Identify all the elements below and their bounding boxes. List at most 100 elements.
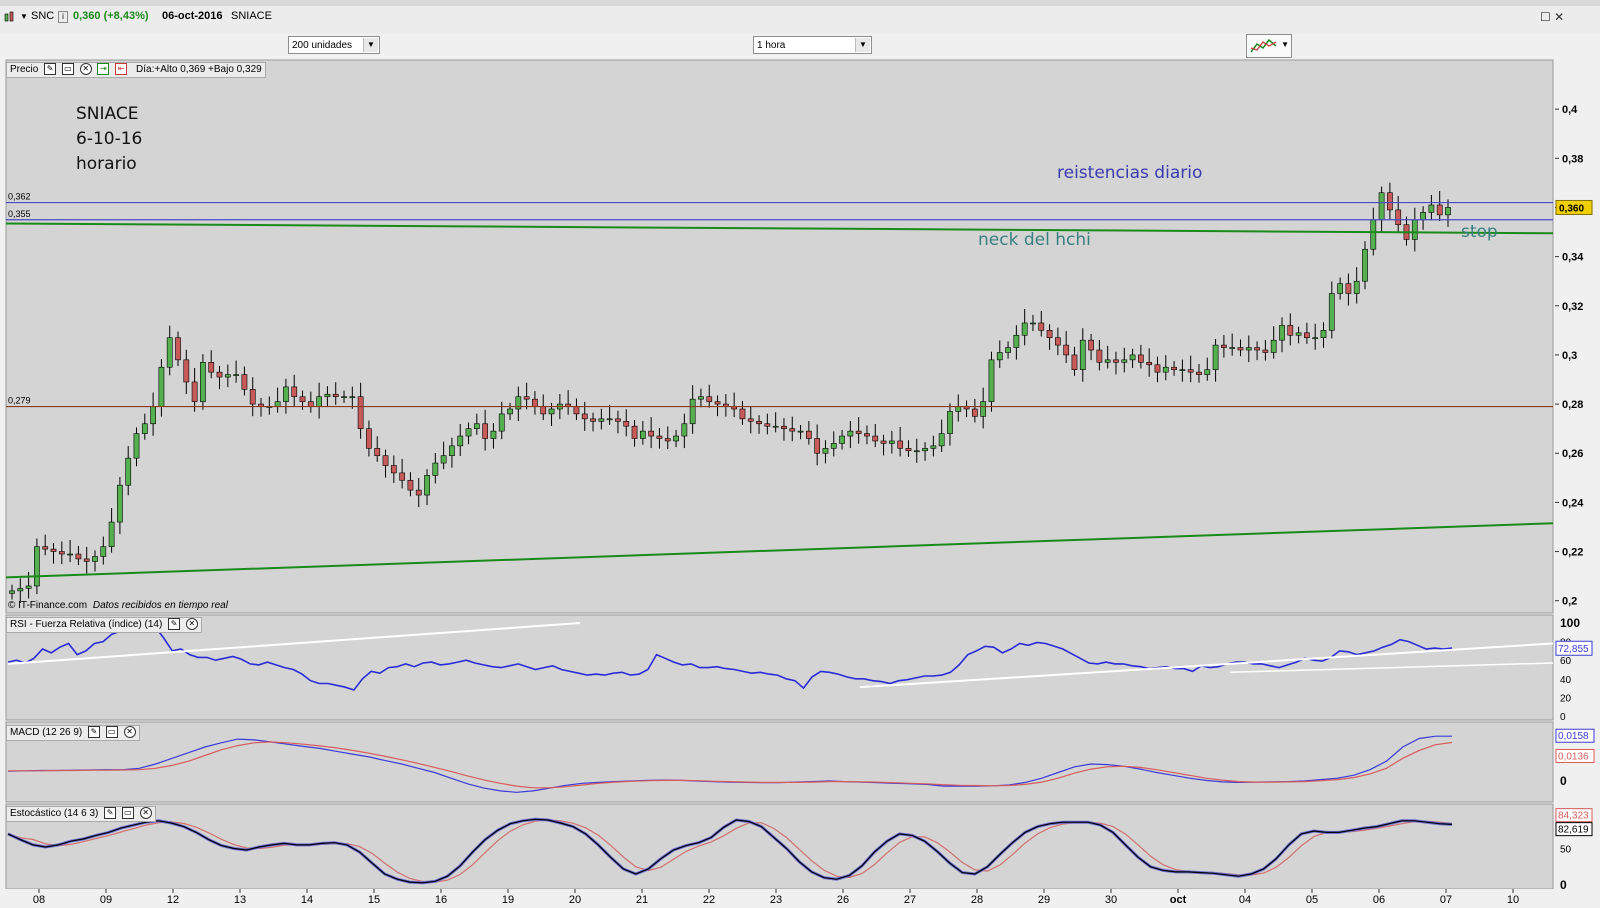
y-tick-label: 0,24 <box>1562 497 1584 509</box>
x-tick-label: 20 <box>569 894 581 906</box>
candle-body <box>1221 344 1227 348</box>
candle-body <box>590 418 596 422</box>
candle-body <box>897 440 904 449</box>
window-icon[interactable]: ▭ <box>105 726 118 739</box>
window-icon[interactable]: ▭ <box>121 807 134 820</box>
candle-body <box>980 401 987 417</box>
y-tick-label: 0,3 <box>1562 350 1577 362</box>
candle-body <box>864 433 870 437</box>
candle-body <box>390 465 397 474</box>
stop-annotation: stop <box>1461 222 1498 242</box>
candle-body <box>1320 330 1327 339</box>
candle-body <box>9 590 15 594</box>
candle-body <box>183 359 190 383</box>
wrench-icon[interactable]: ✎ <box>88 726 101 739</box>
window-icon[interactable]: ▭ <box>61 63 74 76</box>
y-tick-label: 0,4 <box>1562 104 1578 116</box>
candle-body <box>465 428 472 437</box>
candle-body <box>1046 330 1053 339</box>
candle-body <box>822 448 829 454</box>
candle-body <box>532 398 538 407</box>
candle-body <box>316 396 322 407</box>
resistance-annotation: reistencias diario <box>1057 163 1203 183</box>
candle-body <box>955 406 962 412</box>
candle-body <box>581 413 588 420</box>
candle-body <box>615 418 621 422</box>
candle-body <box>125 457 132 486</box>
candle-body <box>1378 192 1385 221</box>
candle-body <box>1337 283 1343 294</box>
candle-body <box>17 588 24 592</box>
x-tick-label: 19 <box>502 894 514 906</box>
candle-body <box>756 420 762 425</box>
candle-body <box>1270 339 1277 353</box>
price-panel-label: Precio <box>10 64 39 75</box>
candle-body <box>648 430 655 437</box>
candle-body <box>299 396 306 402</box>
candle-body <box>664 438 671 442</box>
candle-body <box>1021 322 1028 336</box>
neck-annotation: neck del hchi <box>978 230 1091 250</box>
wrench-icon[interactable]: ✎ <box>168 618 181 631</box>
day-info: Día:+Alto 0,369 +Bajo 0,329 <box>136 64 262 75</box>
level-label: 0,355 <box>8 209 31 219</box>
candle-body <box>382 455 389 466</box>
candle-body <box>440 455 447 464</box>
wrench-icon[interactable]: ✎ <box>104 807 117 820</box>
stoch-tick-label: 0 <box>1560 878 1567 892</box>
y-tick-label: 0,22 <box>1562 547 1583 559</box>
x-tick-label: 26 <box>837 894 849 906</box>
x-tick-label: oct <box>1170 894 1187 906</box>
candle-body <box>1113 359 1119 363</box>
candle-body <box>341 396 347 399</box>
candle-body <box>133 433 140 459</box>
candle-body <box>1395 209 1402 225</box>
realtime-note: Datos recibidos en tiempo real <box>92 600 228 611</box>
candle-body <box>1129 354 1136 361</box>
candle-body <box>274 401 281 407</box>
candle-body <box>1005 347 1011 353</box>
candle-body <box>67 553 73 556</box>
candle-body <box>673 435 679 442</box>
candle-body <box>1362 248 1368 282</box>
candle-body <box>839 435 845 444</box>
x-tick-label: 15 <box>368 894 380 906</box>
candle-body <box>432 462 439 476</box>
wrench-icon[interactable]: ✎ <box>44 63 57 76</box>
candle-body <box>1428 204 1435 213</box>
x-tick-label: 05 <box>1306 894 1318 906</box>
close-icon[interactable]: ✕ <box>123 726 136 739</box>
candle-body <box>855 430 862 434</box>
candle-body <box>83 558 90 562</box>
export-icon[interactable]: ⇥ <box>97 63 110 76</box>
macd-value-tag: 0,0158 <box>1558 731 1589 742</box>
panel-background <box>5 721 1554 803</box>
candle-body <box>1445 207 1451 216</box>
close-icon[interactable]: ✕ <box>185 618 198 631</box>
candle-body <box>1038 322 1045 331</box>
candle-body <box>689 398 696 425</box>
candle-body <box>1196 371 1202 375</box>
annotation-line: SNIACE <box>76 104 139 124</box>
stoch-panel-header: Estocástico (14 6 3) ✎ ▭ ✕ <box>6 806 156 822</box>
candle-body <box>814 438 821 454</box>
candle-body <box>1353 280 1360 294</box>
close-icon[interactable]: ✕ <box>139 807 152 820</box>
x-tick-label: 10 <box>1507 894 1519 906</box>
candle-body <box>1345 283 1352 294</box>
candle-body <box>781 425 787 429</box>
close-icon[interactable]: ✕ <box>79 63 92 76</box>
level-label: 0,279 <box>8 396 31 406</box>
candle-body <box>58 551 65 555</box>
candle-body <box>523 396 530 400</box>
rsi-tick-label: 20 <box>1560 693 1572 704</box>
y-tick-label: 0,2 <box>1562 596 1577 608</box>
candle-body <box>1054 337 1061 346</box>
title-annotation: SNIACE 6-10-16 horario <box>76 102 142 177</box>
candle-body <box>490 430 497 439</box>
candle-body <box>1370 219 1377 250</box>
remove-icon[interactable]: ⇤ <box>115 63 128 76</box>
candle-body <box>108 521 115 547</box>
rsi-panel-label: RSI - Fuerza Relativa (índice) (14) <box>10 619 163 630</box>
candle-body <box>357 396 364 429</box>
